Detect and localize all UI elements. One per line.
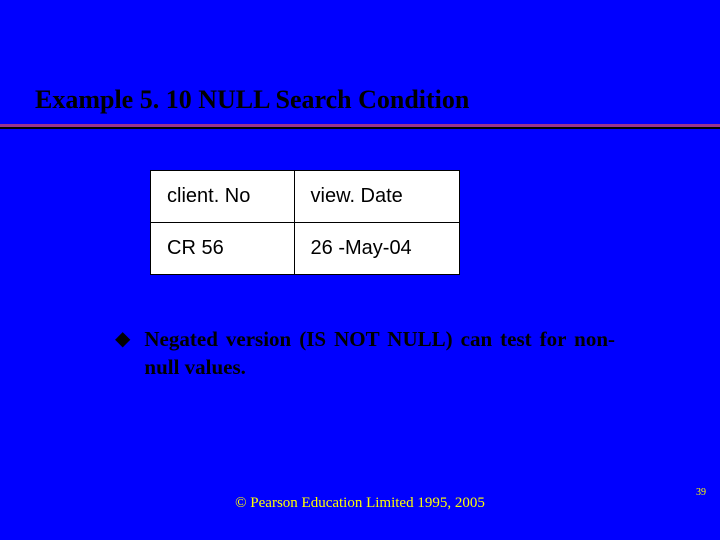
table-header-row: client. No view. Date bbox=[151, 171, 460, 223]
table-row: CR 56 26 -May-04 bbox=[151, 223, 460, 275]
title-underline-black bbox=[0, 127, 720, 129]
bullet-text: Negated version (IS NOT NULL) can test f… bbox=[144, 325, 615, 381]
cell-viewDate: 26 -May-04 bbox=[294, 223, 459, 275]
cell-clientNo: CR 56 bbox=[151, 223, 295, 275]
col-header-clientNo: client. No bbox=[151, 171, 295, 223]
title-area: Example 5. 10 NULL Search Condition bbox=[0, 0, 720, 115]
footer-copyright: © Pearson Education Limited 1995, 2005 bbox=[0, 495, 720, 512]
diamond-bullet-icon: ◆ bbox=[115, 325, 130, 353]
result-table: client. No view. Date CR 56 26 -May-04 bbox=[150, 170, 460, 275]
slide-title: Example 5. 10 NULL Search Condition bbox=[35, 85, 720, 115]
page-number: 39 bbox=[696, 487, 706, 498]
col-header-viewDate: view. Date bbox=[294, 171, 459, 223]
bullet-item: ◆ Negated version (IS NOT NULL) can test… bbox=[115, 325, 615, 381]
